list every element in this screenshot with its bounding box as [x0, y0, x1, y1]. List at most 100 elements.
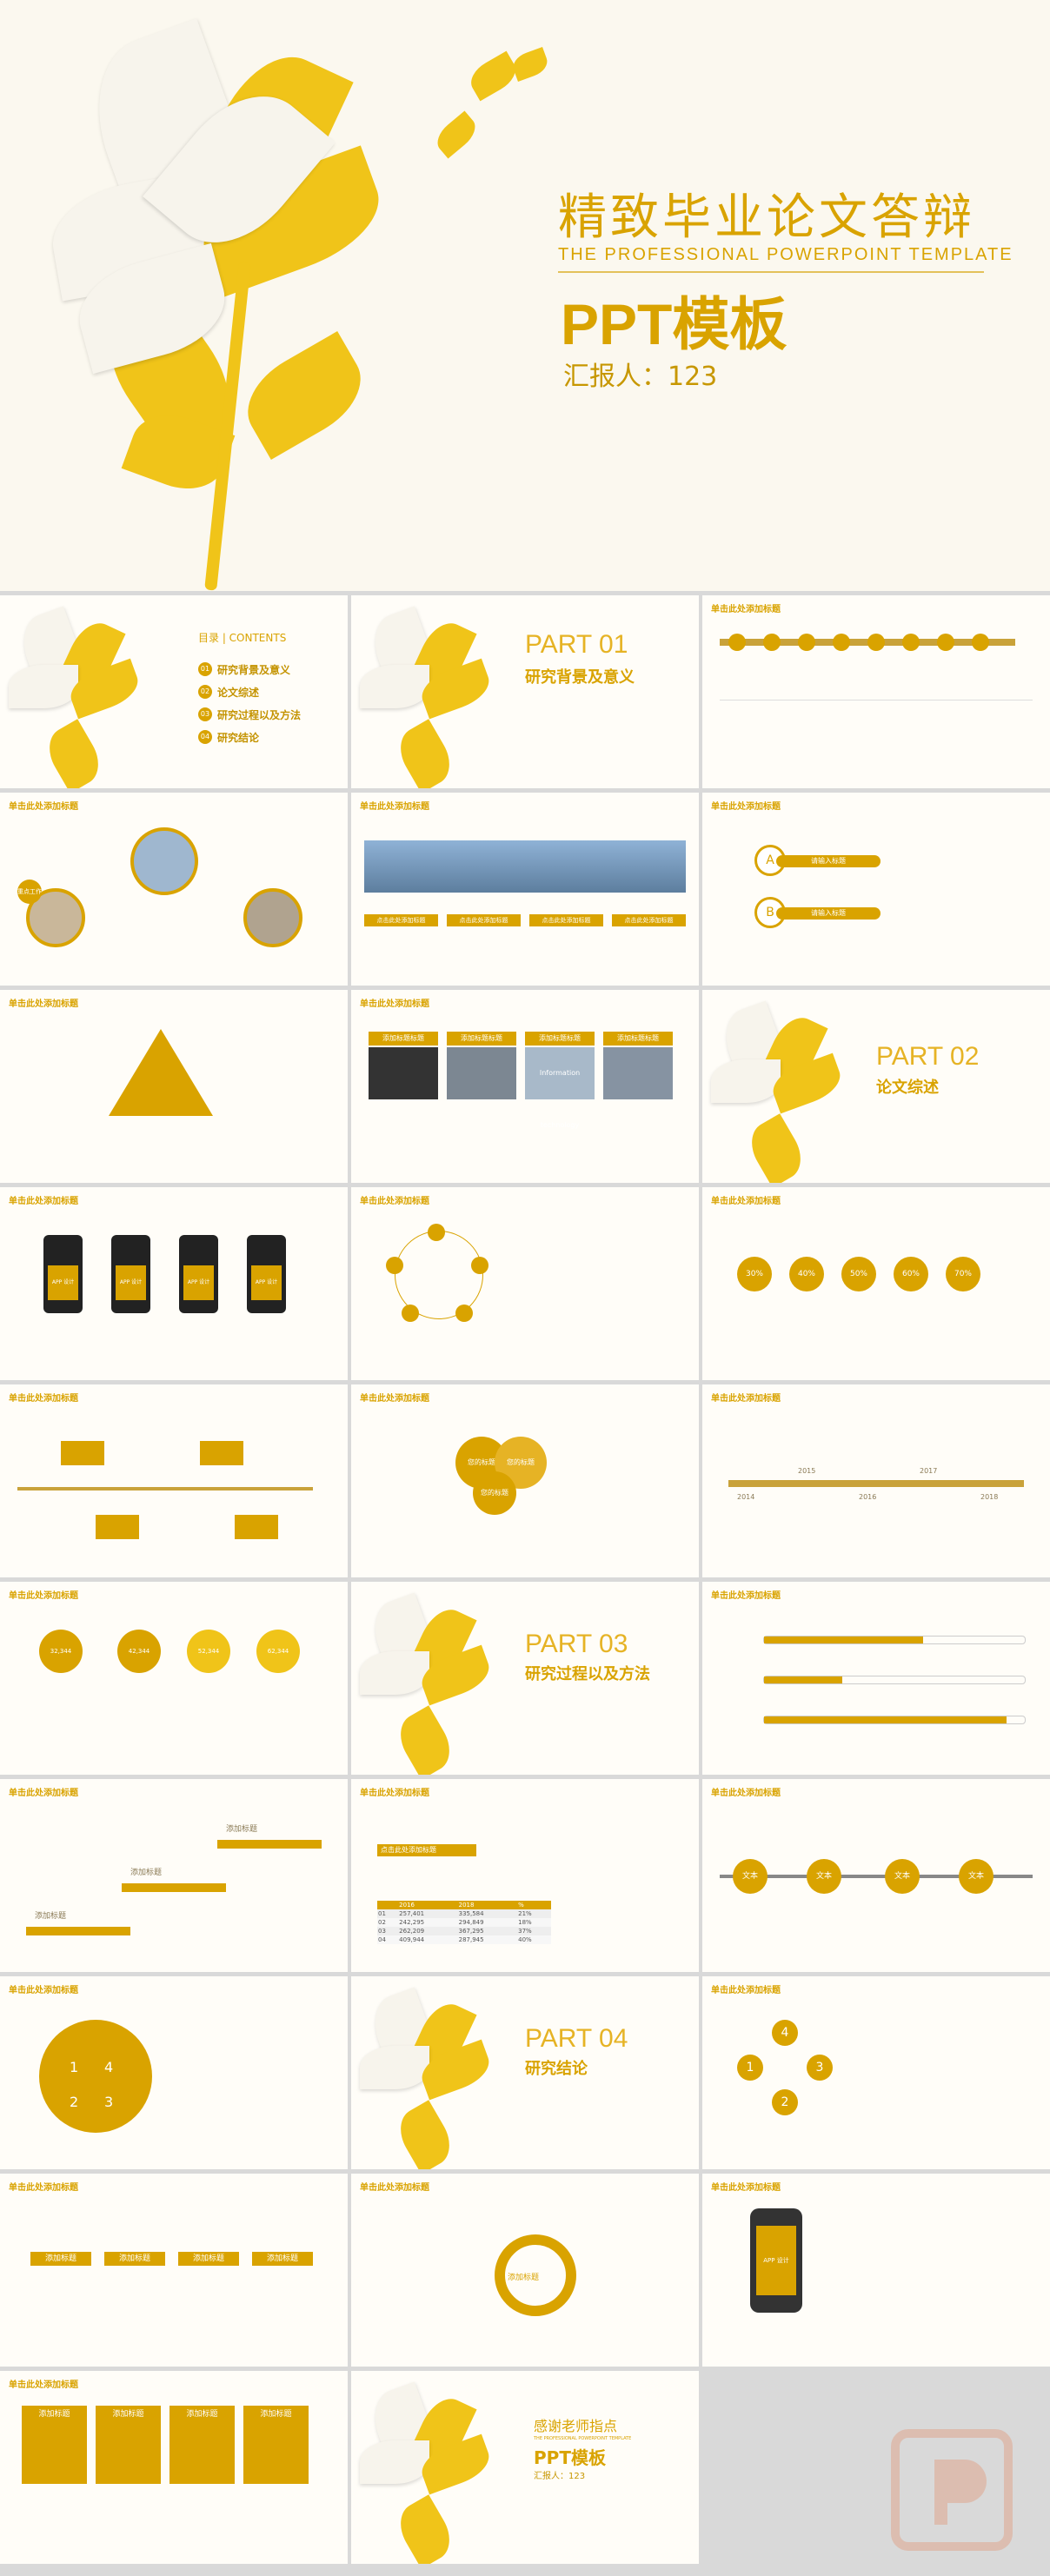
- slide-title: 单击此处添加标题: [711, 802, 781, 812]
- icon-tab: 添加标题: [178, 2252, 239, 2266]
- step-title: 添加标题: [35, 1912, 67, 1921]
- slide-cards[interactable]: 单击此处添加标题 添加标题 添加标题 添加标题 添加标题: [0, 2371, 348, 2564]
- timeline-node: [728, 634, 746, 651]
- cover-subtitle: THE PROFESSIONAL POWERPOINT TEMPLATE: [558, 245, 1013, 264]
- info-tech-sign: Information technology: [525, 1047, 595, 1129]
- slide-icon-tabs[interactable]: 单击此处添加标题 添加标题 添加标题 添加标题 添加标题: [0, 2174, 348, 2367]
- percent-circle: 30%: [737, 1257, 772, 1291]
- progress-track: [763, 1716, 1026, 1724]
- progress-track: [763, 1636, 1026, 1644]
- slide-flow[interactable]: 单击此处添加标题: [0, 1384, 348, 1577]
- slide-title: 单击此处添加标题: [711, 1197, 781, 1206]
- slide-ab[interactable]: 单击此处添加标题 A B 请输入标题 请输入标题: [702, 793, 1050, 986]
- leaf: [390, 2494, 460, 2564]
- leaf: [741, 1113, 811, 1183]
- toc-item[interactable]: 01 研究背景及意义: [198, 658, 301, 681]
- toc-item[interactable]: 03 研究过程以及方法: [198, 703, 301, 726]
- slide-four-images[interactable]: 单击此处添加标题 添加标题标题 添加标题标题 添加标题标题 添加标题标题 Inf…: [351, 990, 699, 1183]
- progress-fill: [764, 1676, 842, 1683]
- slide-toc[interactable]: 目录 | CONTENTS 01 研究背景及意义 02 论文综述 03 研究过程以及方…: [0, 595, 348, 788]
- slide-cycle[interactable]: 单击此处添加标题 添加标题: [351, 2174, 699, 2367]
- phone-screen: APP 设计: [756, 2226, 796, 2295]
- petal: [360, 2440, 429, 2484]
- slide-stairs[interactable]: 单击此处添加标题 添加标题 添加标题 添加标题: [0, 1779, 348, 1972]
- slide-title: 单击此处添加标题: [711, 1591, 781, 1601]
- slide-star[interactable]: 单击此处添加标题: [351, 1187, 699, 1380]
- icon-tab: 添加标题: [30, 2252, 91, 2266]
- toc-item[interactable]: 02 论文综述: [198, 681, 301, 703]
- leaf: [509, 47, 551, 82]
- slide-title: 单击此处添加标题: [9, 1591, 78, 1601]
- slide-part03[interactable]: PART 03 研究过程以及方法: [351, 1582, 699, 1775]
- column-title: 点击此处添加标题: [364, 914, 438, 926]
- app-label: APP 设计: [251, 1265, 282, 1300]
- year-label: 2018: [980, 1493, 999, 1501]
- slide-quadrant[interactable]: 单击此处添加标题 4 1 2 3: [0, 1976, 348, 2169]
- progress-fill: [764, 1637, 923, 1643]
- stat-circle: 62,344: [256, 1630, 300, 1673]
- slide-title: 单击此处添加标题: [9, 1197, 78, 1206]
- cycle-center: 添加标题: [508, 2274, 540, 2282]
- closing-thanks: 感谢老师指点: [534, 2418, 618, 2434]
- cover-ppt-label: PPT模板: [561, 292, 788, 356]
- slide-triangle[interactable]: 单击此处添加标题: [0, 990, 348, 1183]
- slide-title: 单击此处添加标题: [711, 1394, 781, 1404]
- slide-title: 单击此处添加标题: [360, 1789, 429, 1798]
- slide-title: 单击此处添加标题: [9, 1394, 78, 1404]
- leaf: [390, 719, 460, 788]
- slide-title: 单击此处添加标题: [711, 605, 781, 614]
- slide-part02[interactable]: PART 02 论文综述: [702, 990, 1050, 1183]
- slide-title: 单击此处添加标题: [711, 1789, 781, 1798]
- slide-phones[interactable]: 单击此处添加标题 APP 设计 APP 设计 APP 设计 APP 设计: [0, 1187, 348, 1380]
- slide-part04[interactable]: PART 04 研究结论: [351, 1976, 699, 2169]
- star-node: [455, 1305, 473, 1322]
- text-node: 文本: [885, 1859, 920, 1894]
- app-label: APP 设计: [48, 1265, 78, 1300]
- app-label: APP 设计: [116, 1265, 146, 1300]
- quadrant-circle: [39, 2020, 152, 2133]
- cover-slide[interactable]: 精致毕业论文答辩 THE PROFESSIONAL POWERPOINT TEM…: [0, 0, 1050, 591]
- part-number: PART 01: [525, 630, 628, 659]
- column-title: 点击此处添加标题: [447, 914, 521, 926]
- slide-key-work[interactable]: 单击此处添加标题 重点工作: [0, 793, 348, 986]
- a-title: 请输入标题: [776, 855, 881, 867]
- table-title: 点击此处添加标题: [377, 1844, 476, 1856]
- year-label: 2015: [798, 1467, 816, 1475]
- num-circle: 3: [807, 2055, 833, 2081]
- slide-title: 单击此处添加标题: [9, 999, 78, 1009]
- timeline-node: [833, 634, 850, 651]
- slide-phone-list[interactable]: 单击此处添加标题 APP 设计: [702, 2174, 1050, 2367]
- stair: [26, 1927, 130, 1935]
- b-title: 请输入标题: [776, 907, 881, 920]
- image-title: 添加标题标题: [369, 1032, 438, 1046]
- slide-city[interactable]: 单击此处添加标题 点击此处添加标题 点击此处添加标题 点击此处添加标题 点击此处…: [351, 793, 699, 986]
- slide-title: 单击此处添加标题: [9, 2380, 78, 2390]
- slide-years[interactable]: 单击此处添加标题 2014 2015 2016 2017 2018: [702, 1384, 1050, 1577]
- timeline-node: [902, 634, 920, 651]
- slide-text-nodes[interactable]: 单击此处添加标题 文本 文本 文本 文本: [702, 1779, 1050, 1972]
- column-title: 点击此处添加标题: [529, 914, 603, 926]
- percent-circle: 40%: [789, 1257, 824, 1291]
- toc-heading: 目录 | CONTENTS: [198, 632, 287, 644]
- slide-timeline-icons[interactable]: 单击此处添加标题: [702, 595, 1050, 788]
- slide-title: 单击此处添加标题: [711, 2183, 781, 2193]
- step-title: 添加标题: [130, 1869, 163, 1877]
- slide-stats[interactable]: 单击此处添加标题 32,344 42,344 52,344 62,344: [0, 1582, 348, 1775]
- slide-title: 单击此处添加标题: [360, 802, 429, 812]
- percent-circle: 70%: [946, 1257, 980, 1291]
- slide-table[interactable]: 单击此处添加标题 点击此处添加标题 2016 2018% 01 257,401 335…: [351, 1779, 699, 1972]
- slide-numbered-circles[interactable]: 单击此处添加标题 4 1 3 2: [702, 1976, 1050, 2169]
- part-number: PART 02: [876, 1042, 980, 1071]
- star-node: [471, 1257, 488, 1274]
- stair: [217, 1840, 322, 1849]
- slide-percent-circles[interactable]: 单击此处添加标题 30% 40% 50% 60% 70%: [702, 1187, 1050, 1380]
- slide-title: 单击此处添加标题: [360, 1197, 429, 1206]
- timeline-node: [763, 634, 781, 651]
- toc-item[interactable]: 04 研究结论: [198, 726, 301, 748]
- slide-part01[interactable]: PART 01 研究背景及意义: [351, 595, 699, 788]
- slide-your-title[interactable]: 单击此处添加标题 您的标题 您的标题 您的标题: [351, 1384, 699, 1577]
- slide-progress[interactable]: 单击此处添加标题: [702, 1582, 1050, 1775]
- column-title: 点击此处添加标题: [612, 914, 686, 926]
- slide-closing[interactable]: 感谢老师指点 THE PROFESSIONAL POWERPOINT TEMPL…: [351, 2371, 699, 2564]
- image-title: 添加标题标题: [603, 1032, 673, 1046]
